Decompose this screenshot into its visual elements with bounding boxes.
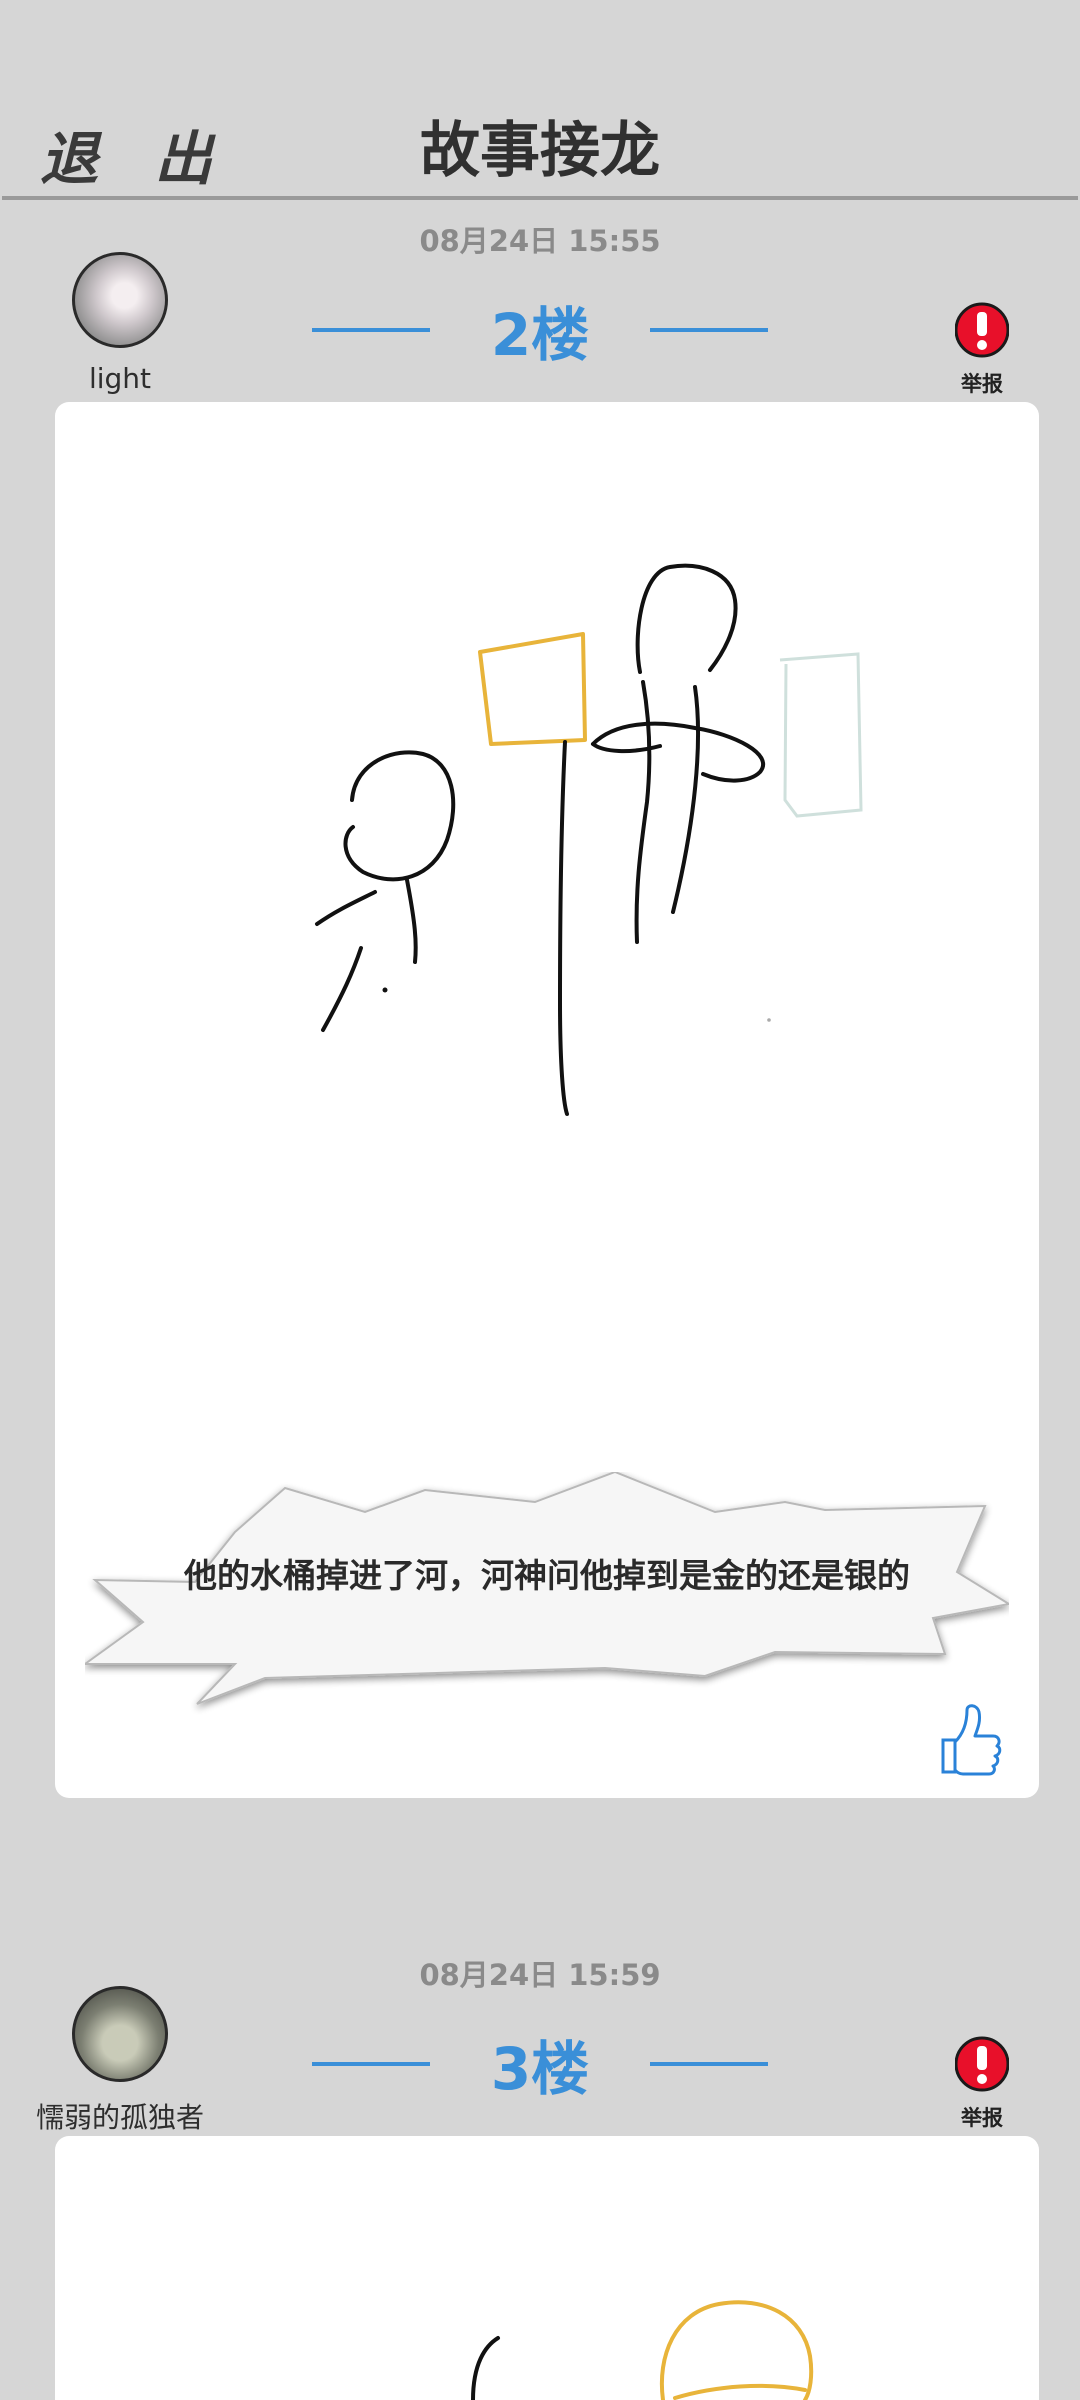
story-caption: 他的水桶掉进了河，河神问他掉到是金的还是银的 — [184, 1556, 910, 1595]
sketch-drawing — [471, 2300, 814, 2400]
floor-number: 2楼 — [490, 301, 590, 369]
caption-burst-bubble — [85, 1472, 1009, 1705]
story-relay-page: 退 出 故事接龙 08月24日 15:55 light 2楼 举报 他的水桶掉进… — [0, 0, 1080, 2400]
report-button[interactable]: 举报 — [944, 2102, 1020, 2132]
thumbs-up-icon[interactable] — [933, 1702, 1003, 1778]
page-title: 故事接龙 — [420, 116, 660, 186]
floor-divider-right — [650, 2062, 768, 2066]
report-icon[interactable] — [955, 300, 1009, 360]
drawing-card — [55, 2136, 1039, 2400]
report-icon[interactable] — [955, 2034, 1009, 2094]
floor-divider-right — [650, 328, 768, 332]
report-button[interactable]: 举报 — [944, 368, 1020, 398]
floor-number: 3楼 — [490, 2035, 590, 2103]
post-timestamp: 08月24日 15:55 — [419, 224, 661, 258]
post-timestamp: 08月24日 15:59 — [419, 1958, 661, 1992]
drawing-card: 他的水桶掉进了河，河神问他掉到是金的还是银的 — [55, 402, 1039, 1798]
header: 退 出 故事接龙 — [0, 0, 1080, 200]
header-divider — [2, 196, 1078, 200]
